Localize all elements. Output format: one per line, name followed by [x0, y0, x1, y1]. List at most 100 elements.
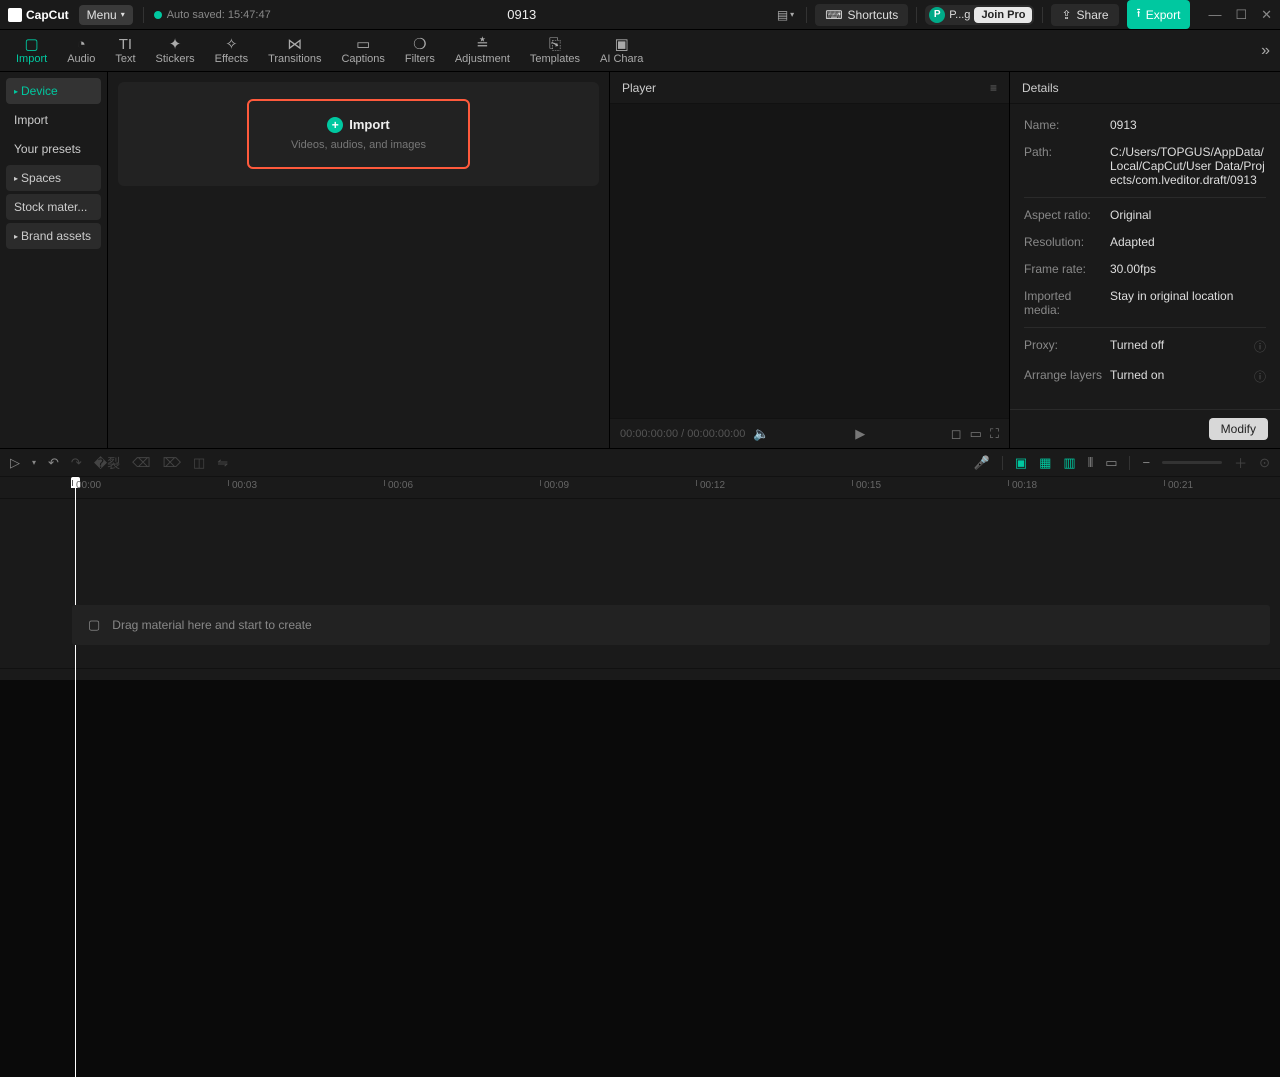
- detail-key: Proxy:: [1024, 338, 1110, 355]
- main-area: ▸DeviceImportYour presets▸SpacesStock ma…: [0, 72, 1280, 448]
- tab-icon: ▭: [356, 37, 370, 52]
- close-button[interactable]: ✕: [1261, 7, 1272, 23]
- autosave-text: Auto saved: 15:47:47: [167, 9, 271, 21]
- tab-transitions[interactable]: ⋈Transitions: [258, 30, 331, 71]
- player-controls: 00:00:00:00 / 00:00:00:00 🔈 ▶ ◻ ▭ ⛶: [610, 418, 1009, 448]
- zoom-fit-icon[interactable]: ⊙: [1259, 455, 1270, 471]
- detail-value: Turned on: [1110, 368, 1254, 385]
- volume-icon[interactable]: 🔈: [753, 426, 769, 442]
- magnet-main-icon[interactable]: ▣: [1015, 455, 1027, 471]
- tab-import[interactable]: ▢Import: [6, 30, 57, 71]
- sidebar-item-stock-mater-[interactable]: Stock mater...: [6, 194, 101, 220]
- tab-filters[interactable]: ❍Filters: [395, 30, 445, 71]
- tab-text[interactable]: TIText: [105, 30, 145, 71]
- tab-effects[interactable]: ✧Effects: [205, 30, 258, 71]
- export-button[interactable]: ⭱ Export: [1127, 0, 1191, 29]
- play-button[interactable]: ▶: [855, 426, 865, 442]
- detail-value: Turned off: [1110, 338, 1254, 355]
- sidebar-item-import[interactable]: Import: [6, 107, 101, 133]
- titlebar-right: ▤ ▾ ⌨ Shortcuts P P...g Join Pro ⇪ Share…: [773, 0, 1272, 29]
- redo-button[interactable]: ↷: [71, 455, 82, 471]
- modify-button[interactable]: Modify: [1209, 418, 1268, 440]
- detail-key: Imported media:: [1024, 289, 1110, 317]
- info-icon[interactable]: ⓘ: [1254, 338, 1266, 355]
- timeline-ruler[interactable]: 00:0000:0300:0600:0900:1200:1500:1800:21: [0, 477, 1280, 499]
- user-badge[interactable]: P P...g Join Pro: [925, 5, 1034, 25]
- import-dropzone[interactable]: +Import Videos, audios, and images: [118, 82, 599, 186]
- caret-icon: ▸: [14, 232, 18, 241]
- detail-key: Resolution:: [1024, 235, 1110, 249]
- detail-value: Adapted: [1110, 235, 1266, 249]
- share-button[interactable]: ⇪ Share: [1051, 4, 1118, 26]
- record-audio-icon[interactable]: 🎤: [974, 455, 990, 471]
- tab-label: Effects: [215, 53, 248, 65]
- tab-stickers[interactable]: ✦Stickers: [146, 30, 205, 71]
- tab-label: Captions: [341, 53, 384, 65]
- sidebar-item-spaces[interactable]: ▸Spaces: [6, 165, 101, 191]
- timeline-tracks[interactable]: ▢ Drag material here and start to create: [0, 499, 1280, 668]
- sidebar-item-device[interactable]: ▸Device: [6, 78, 101, 104]
- cover-icon[interactable]: ▭: [1105, 455, 1117, 471]
- detail-key: Aspect ratio:: [1024, 208, 1110, 222]
- zoom-out-icon[interactable]: −: [1142, 455, 1150, 470]
- compare-icon[interactable]: ▭: [970, 426, 982, 442]
- split-icon[interactable]: �裂: [94, 453, 120, 472]
- caret-icon: ▸: [14, 87, 18, 96]
- tab-captions[interactable]: ▭Captions: [331, 30, 394, 71]
- ruler-tick: 00:03: [228, 480, 257, 491]
- timeline-drop-hint[interactable]: ▢ Drag material here and start to create: [72, 605, 1270, 645]
- tab-audio[interactable]: ◔Audio: [57, 30, 105, 71]
- delete-right-icon[interactable]: ⌦: [163, 455, 181, 471]
- undo-button[interactable]: ↶: [48, 455, 59, 471]
- mirror-icon[interactable]: ⇋: [217, 455, 228, 471]
- player-viewport: [610, 104, 1009, 418]
- info-icon[interactable]: ⓘ: [1254, 368, 1266, 385]
- share-label: Share: [1077, 8, 1109, 22]
- fullscreen-icon[interactable]: ⛶: [990, 426, 999, 442]
- zoom-slider[interactable]: [1162, 461, 1222, 464]
- pointer-dropdown-icon[interactable]: ▾: [32, 458, 36, 467]
- detail-value: Stay in original location: [1110, 289, 1266, 317]
- tab-icon: TI: [119, 37, 132, 52]
- shortcuts-button[interactable]: ⌨ Shortcuts: [815, 4, 908, 26]
- more-tabs-icon[interactable]: »: [1261, 42, 1270, 60]
- hamburger-icon[interactable]: ≡: [990, 81, 997, 95]
- tab-label: Text: [115, 53, 135, 65]
- project-title: 0913: [281, 7, 763, 22]
- sidebar-item-label: Your presets: [14, 142, 81, 156]
- zoom-in-icon[interactable]: ＋: [1234, 453, 1247, 472]
- sidebar-item-label: Import: [14, 113, 48, 127]
- tab-icon: ✧: [225, 37, 238, 52]
- menu-button[interactable]: Menu ▾: [79, 5, 133, 25]
- sidebar-item-brand-assets[interactable]: ▸Brand assets: [6, 223, 101, 249]
- maximize-button[interactable]: ☐: [1235, 7, 1247, 23]
- detail-key: Path:: [1024, 145, 1110, 187]
- caret-icon: ▸: [14, 174, 18, 183]
- detail-key: Name:: [1024, 118, 1110, 132]
- pointer-tool-icon[interactable]: ▷: [10, 455, 20, 471]
- ruler-tick: 00:12: [696, 480, 725, 491]
- share-icon: ⇪: [1061, 8, 1071, 22]
- join-pro-button[interactable]: Join Pro: [974, 7, 1032, 23]
- tab-ai-chara[interactable]: ▣AI Chara: [590, 30, 653, 71]
- ruler-tick: 00:09: [540, 480, 569, 491]
- sidebar-item-label: Spaces: [21, 171, 61, 185]
- layout-icon[interactable]: ▤ ▾: [773, 4, 798, 26]
- tab-adjustment[interactable]: ≛Adjustment: [445, 30, 520, 71]
- delete-left-icon[interactable]: ⌫: [132, 455, 150, 471]
- crop-icon[interactable]: ◫: [193, 455, 205, 471]
- ruler-tick: 00:15: [852, 480, 881, 491]
- tab-icon: ◔: [77, 37, 86, 52]
- tab-templates[interactable]: ⎘Templates: [520, 30, 590, 71]
- magnet-auto-icon[interactable]: ▦: [1039, 455, 1051, 471]
- player-title: Player: [622, 81, 656, 95]
- timeline-scrollbar[interactable]: [0, 668, 1280, 680]
- ratio-icon[interactable]: ◻: [951, 426, 962, 442]
- tab-label: Transitions: [268, 53, 321, 65]
- linkage-icon[interactable]: ▥: [1063, 455, 1075, 471]
- preview-axis-icon[interactable]: ⫴: [1088, 455, 1093, 471]
- sidebar-item-your-presets[interactable]: Your presets: [6, 136, 101, 162]
- detail-key: Arrange layers: [1024, 368, 1110, 385]
- import-box[interactable]: +Import Videos, audios, and images: [247, 99, 470, 169]
- minimize-button[interactable]: —: [1208, 7, 1221, 23]
